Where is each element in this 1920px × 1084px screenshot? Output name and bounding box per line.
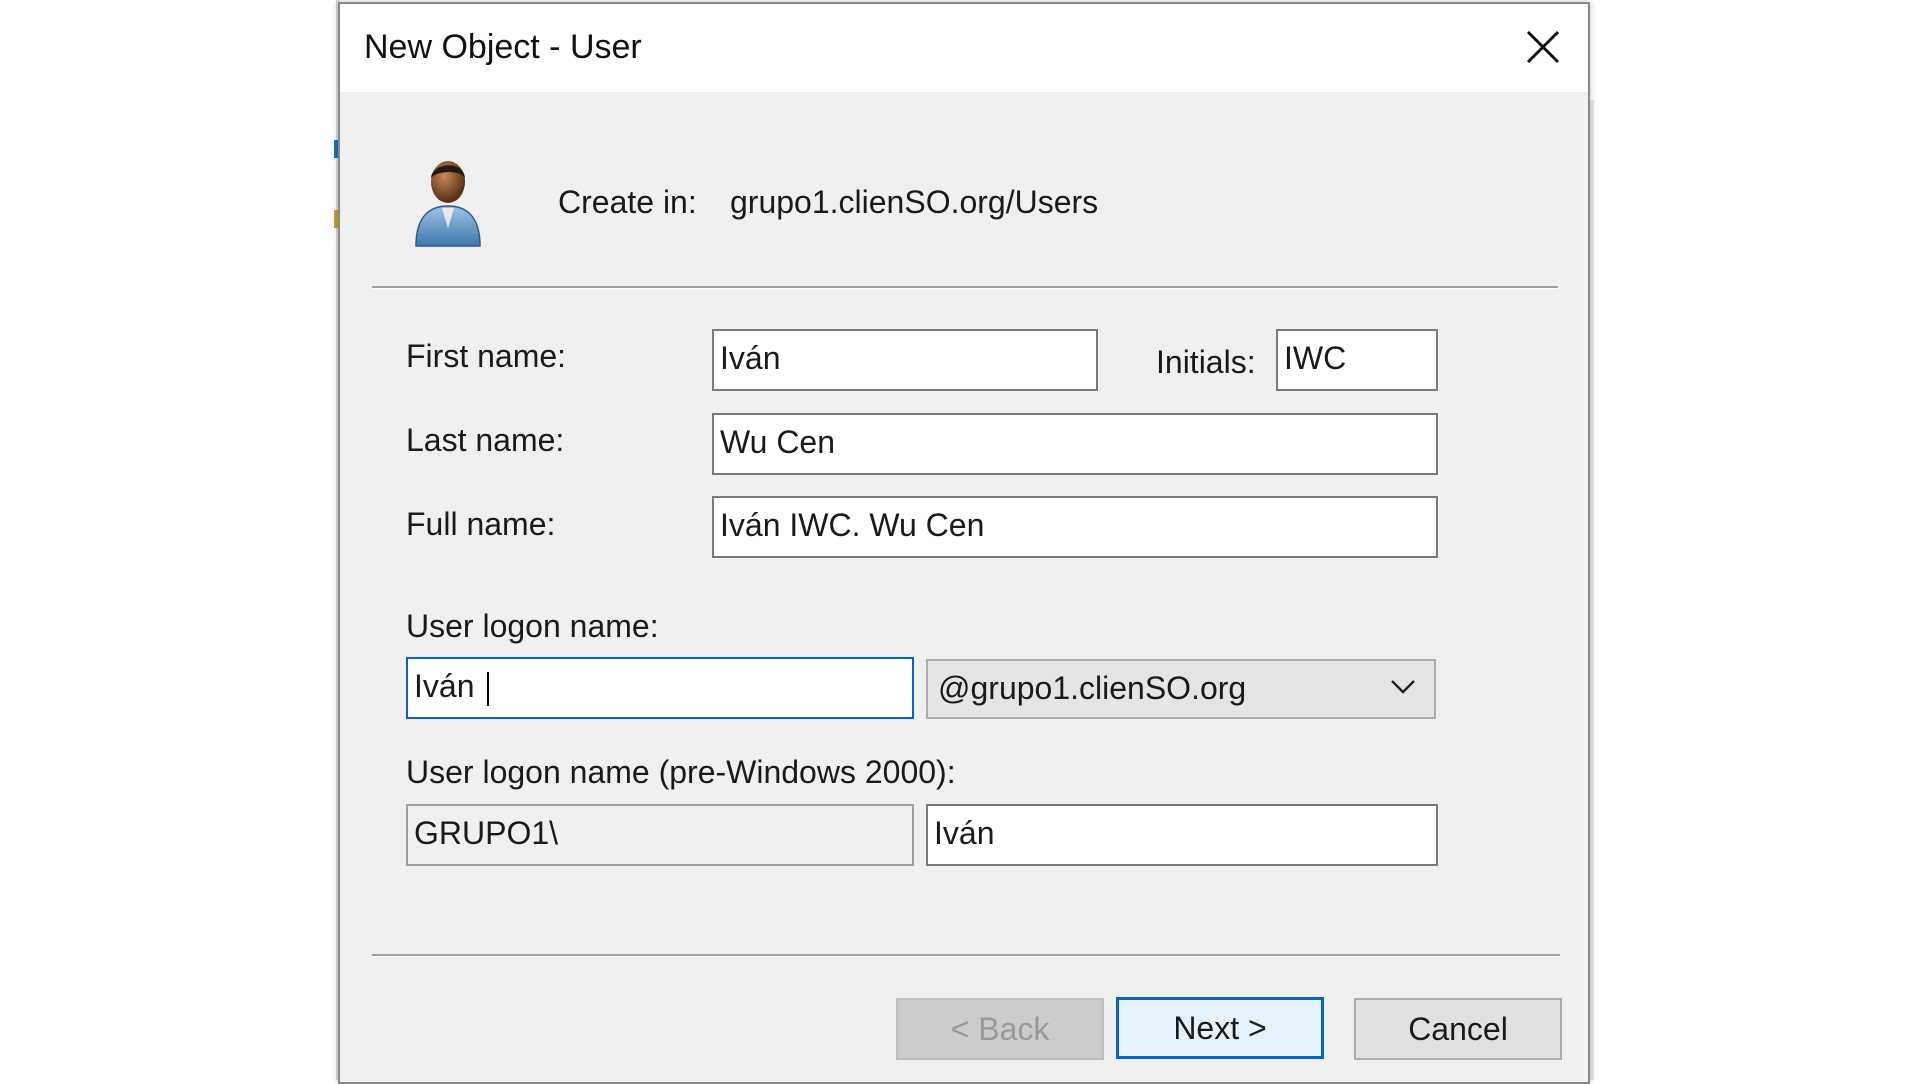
pre2000-label: User logon name (pre-Windows 2000): xyxy=(406,754,956,790)
upn-suffix-value: @grupo1.clienSO.org xyxy=(938,670,1247,706)
dialog-title: New Object - User xyxy=(364,28,642,66)
initials-field[interactable]: IWC xyxy=(1276,329,1438,391)
initials-label: Initials: xyxy=(1156,344,1256,380)
last-name-field[interactable]: Wu Cen xyxy=(712,413,1438,475)
chevron-down-icon xyxy=(1391,680,1415,694)
close-button[interactable] xyxy=(1498,4,1588,92)
pre2000-domain-field: GRUPO1\ xyxy=(406,804,914,866)
divider-bottom xyxy=(372,954,1560,957)
first-name-field[interactable]: Iván xyxy=(712,329,1098,391)
text-caret xyxy=(487,671,490,706)
close-icon xyxy=(1526,30,1560,64)
pre2000-username-field[interactable]: Iván xyxy=(926,804,1438,866)
next-button[interactable]: Next > xyxy=(1116,997,1324,1059)
new-user-dialog: New Object - User Create in: grupo1.clie… xyxy=(338,2,1590,1084)
create-in-path: grupo1.clienSO.org/Users xyxy=(730,184,1099,220)
logon-name-value: Iván xyxy=(414,668,484,704)
logon-name-field[interactable]: Iván xyxy=(406,657,914,719)
full-name-field[interactable]: Iván IWC. Wu Cen xyxy=(712,496,1438,558)
back-button[interactable]: < Back xyxy=(896,998,1104,1060)
logon-name-label: User logon name: xyxy=(406,608,659,644)
full-name-label: Full name: xyxy=(406,506,556,542)
user-icon xyxy=(415,161,481,247)
title-bar: New Object - User xyxy=(340,4,1588,92)
first-name-label: First name: xyxy=(406,338,567,374)
last-name-label: Last name: xyxy=(406,422,565,458)
divider-top xyxy=(372,286,1558,289)
cancel-button[interactable]: Cancel xyxy=(1354,998,1562,1060)
create-in-label: Create in: xyxy=(558,184,697,220)
upn-suffix-dropdown[interactable]: @grupo1.clienSO.org xyxy=(926,659,1436,719)
background-window-edge-right xyxy=(1590,100,1594,1080)
